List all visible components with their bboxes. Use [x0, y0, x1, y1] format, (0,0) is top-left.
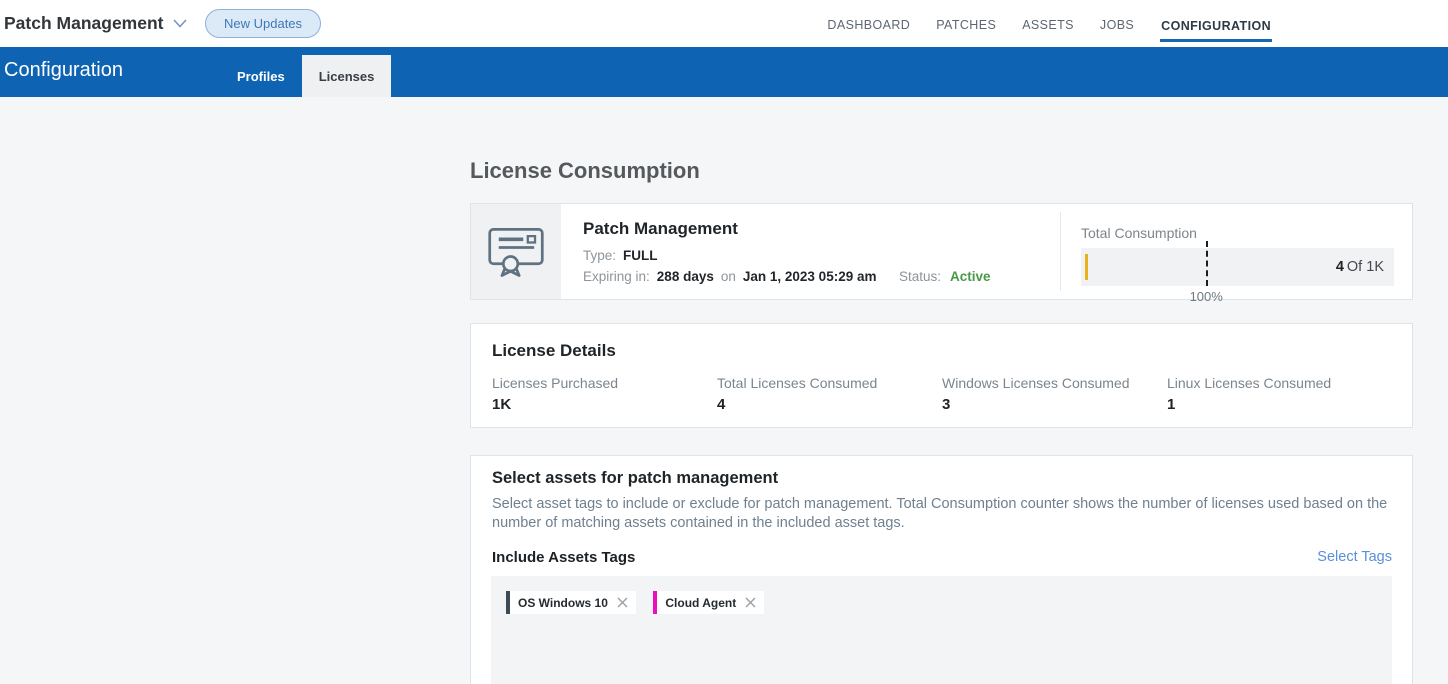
- threshold-label: 100%: [1190, 289, 1223, 304]
- expiring-label: Expiring in:: [583, 269, 650, 284]
- license-type-row: Type: FULL: [583, 248, 658, 263]
- app-switcher[interactable]: Patch Management: [4, 0, 187, 47]
- section-title: Configuration: [4, 59, 123, 82]
- license-details-title: License Details: [492, 341, 616, 361]
- license-status-row: Status: Active: [899, 269, 991, 284]
- on-label: on: [721, 269, 736, 284]
- asset-tag-chip: Cloud Agent: [653, 591, 764, 614]
- asset-tag-label: Cloud Agent: [665, 596, 736, 610]
- stat-value: 3: [942, 396, 1167, 413]
- stat-label: Windows Licenses Consumed: [942, 375, 1167, 391]
- configuration-header-bar: Configuration Profiles Licenses: [0, 47, 1448, 97]
- new-updates-button[interactable]: New Updates: [205, 9, 321, 38]
- select-tags-link[interactable]: Select Tags: [1317, 549, 1392, 565]
- card-divider: [1060, 212, 1061, 291]
- license-expiry-row: Expiring in: 288 days on Jan 1, 2023 05:…: [583, 269, 876, 284]
- include-assets-tags-label: Include Assets Tags: [492, 549, 635, 566]
- nav-item-patches[interactable]: PATCHES: [936, 16, 996, 32]
- license-summary-card: Patch Management Type: FULL Expiring in:…: [470, 203, 1413, 300]
- type-value: FULL: [623, 248, 658, 263]
- stat-label: Total Licenses Consumed: [717, 375, 942, 391]
- type-label: Type:: [583, 248, 616, 263]
- license-details-card: License Details Licenses Purchased 1K To…: [470, 323, 1413, 428]
- consumption-of-label: Of: [1347, 259, 1362, 275]
- stat-total-consumed: Total Licenses Consumed 4: [717, 375, 942, 413]
- app-title: Patch Management: [4, 13, 163, 34]
- stat-value: 4: [717, 396, 942, 413]
- stat-linux-consumed: Linux Licenses Consumed 1: [1167, 375, 1392, 413]
- expiring-date: Jan 1, 2023 05:29 am: [743, 269, 877, 284]
- nav-item-dashboard[interactable]: DASHBOARD: [827, 16, 910, 32]
- license-name: Patch Management: [583, 219, 738, 239]
- screen: Patch Management New Updates DASHBOARD P…: [0, 0, 1448, 684]
- asset-tag-label: OS Windows 10: [518, 596, 608, 610]
- chevron-down-icon: [173, 19, 187, 28]
- stat-licenses-purchased: Licenses Purchased 1K: [492, 375, 717, 413]
- stat-label: Licenses Purchased: [492, 375, 717, 391]
- consumption-count: 4Of 1K: [1336, 259, 1384, 275]
- status-label: Status:: [899, 269, 941, 284]
- tab-profiles[interactable]: Profiles: [220, 55, 302, 97]
- stat-label: Linux Licenses Consumed: [1167, 375, 1392, 391]
- consumption-total: 1K: [1366, 259, 1384, 275]
- consumption-used: 4: [1336, 259, 1344, 275]
- nav-item-configuration[interactable]: CONFIGURATION: [1160, 17, 1272, 42]
- nav-item-jobs[interactable]: JOBS: [1100, 16, 1134, 32]
- nav-item-assets[interactable]: ASSETS: [1022, 16, 1074, 32]
- tab-licenses[interactable]: Licenses: [302, 55, 392, 97]
- top-nav: DASHBOARD PATCHES ASSETS JOBS CONFIGURAT…: [827, 0, 1272, 47]
- consumption-bar: 4Of 1K: [1081, 248, 1394, 286]
- configuration-tabs: Profiles Licenses: [220, 55, 391, 97]
- top-header: Patch Management New Updates DASHBOARD P…: [0, 0, 1448, 47]
- status-value: Active: [950, 269, 991, 284]
- included-tags-container: OS Windows 10 Cloud Agent: [491, 576, 1392, 684]
- expiring-days: 288 days: [657, 269, 714, 284]
- total-consumption-panel: Total Consumption 4Of 1K 100%: [1081, 225, 1394, 305]
- page-title: License Consumption: [470, 158, 700, 184]
- certificate-icon: [487, 225, 545, 279]
- asset-tag-chip: OS Windows 10: [506, 591, 636, 614]
- threshold-row: 100%: [1081, 289, 1394, 305]
- consumption-threshold-marker: [1206, 241, 1208, 286]
- stat-value: 1K: [492, 396, 717, 413]
- license-stats: Licenses Purchased 1K Total Licenses Con…: [492, 375, 1392, 413]
- stat-value: 1: [1167, 396, 1392, 413]
- select-assets-card: Select assets for patch management Selec…: [470, 455, 1413, 684]
- total-consumption-label: Total Consumption: [1081, 225, 1394, 241]
- select-assets-description: Select asset tags to include or exclude …: [492, 495, 1402, 532]
- remove-tag-icon[interactable]: [745, 597, 756, 608]
- select-assets-title: Select assets for patch management: [492, 469, 778, 488]
- consumption-fill: [1085, 254, 1088, 280]
- license-icon-box: [471, 204, 561, 299]
- remove-tag-icon[interactable]: [617, 597, 628, 608]
- stat-windows-consumed: Windows Licenses Consumed 3: [942, 375, 1167, 413]
